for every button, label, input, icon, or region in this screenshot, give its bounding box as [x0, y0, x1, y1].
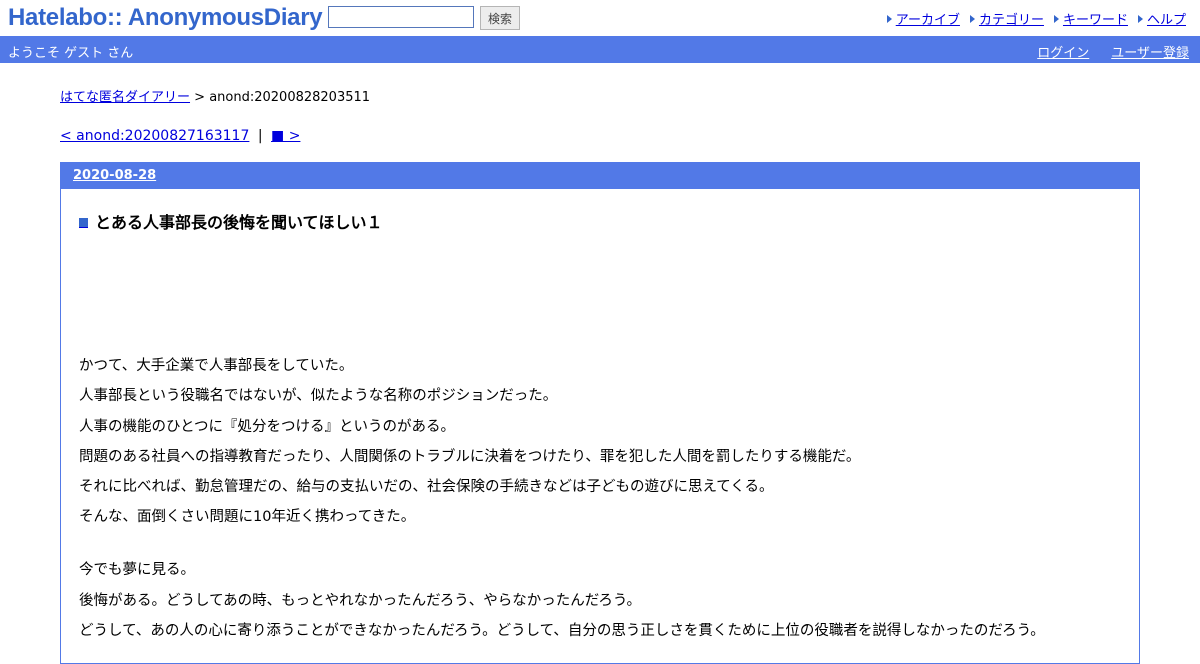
arrow-right-icon: [969, 14, 975, 23]
breadcrumb-current: anond:20200828203511: [209, 90, 371, 105]
breadcrumb-separator: >: [194, 90, 206, 105]
entry-title-text: とある人事部長の後悔を聞いてほしい１: [95, 213, 383, 232]
prev-entry-link[interactable]: < anond:20200827163117: [60, 128, 249, 144]
breadcrumb-home-link[interactable]: はてな匿名ダイアリー: [60, 90, 190, 105]
day-section: 2020-08-28 とある人事部長の後悔を聞いてほしい１ かつて、大手企業で人…: [60, 162, 1140, 664]
body-line: それに比べれば、勤怠管理だの、給与の支払いだの、社会保険の手続きなどは子どもの遊…: [79, 479, 774, 496]
body-line: 後悔がある。どうしてあの時、もっとやれなかったんだろう、やらなかったんだろう。: [79, 592, 642, 609]
nav-keyword[interactable]: キーワード: [1053, 9, 1128, 28]
login-link[interactable]: ログイン: [1037, 42, 1089, 61]
square-icon[interactable]: [79, 218, 88, 228]
breadcrumb: はてな匿名ダイアリー > anond:20200828203511: [60, 86, 370, 105]
arrow-right-icon: [1053, 14, 1059, 23]
entry-body: かつて、大手企業で人事部長をしていた。 人事部長という役職名ではないが、似たよう…: [79, 351, 1045, 646]
nav-help[interactable]: ヘルプ: [1137, 9, 1186, 28]
body-line: 人事の機能のひとつに『処分をつける』というのがある。: [79, 418, 455, 435]
nav-category-link[interactable]: カテゴリー: [979, 9, 1044, 28]
arrow-right-icon: [886, 14, 892, 23]
next-entry-link[interactable]: ■ >: [271, 128, 300, 144]
body-line: そんな、面倒くさい問題に10年近く携わってきた。: [79, 509, 416, 526]
body-line: 今でも夢に見る。: [79, 562, 195, 579]
arrow-right-icon: [1137, 14, 1143, 23]
search-button[interactable]: 検索: [480, 6, 520, 30]
header: Hatelabo:: AnonymousDiary 検索 アーカイブ カテゴリー…: [0, 0, 1200, 36]
search-input[interactable]: [328, 6, 474, 28]
date-header: 2020-08-28: [61, 163, 1139, 189]
entry-title: とある人事部長の後悔を聞いてほしい１: [79, 209, 383, 233]
nav-category[interactable]: カテゴリー: [969, 9, 1044, 28]
welcome-text: ようこそ ゲスト さん: [8, 46, 134, 61]
nav-help-link[interactable]: ヘルプ: [1147, 9, 1186, 28]
body-line: 人事部長という役職名ではないが、似たような名称のポジションだった。: [79, 388, 558, 405]
site-logo[interactable]: Hatelabo:: AnonymousDiary: [8, 5, 323, 31]
welcome-bar: ようこそ ゲスト さん ログイン ユーザー登録: [0, 36, 1200, 63]
body-line: どうして、あの人の心に寄り添うことができなかったんだろう。どうして、自分の思う正…: [79, 622, 1045, 639]
pager-separator: |: [257, 128, 263, 144]
body-line: 問題のある社員への指導教育だったり、人間関係のトラブルに決着をつけたり、罪を犯し…: [79, 448, 861, 465]
account-links: ログイン ユーザー登録: [1037, 42, 1189, 61]
date-link[interactable]: 2020-08-28: [73, 168, 156, 183]
top-nav: アーカイブ カテゴリー キーワード ヘルプ: [886, 9, 1186, 28]
register-link[interactable]: ユーザー登録: [1111, 42, 1189, 61]
nav-archive[interactable]: アーカイブ: [886, 9, 960, 28]
body-line: かつて、大手企業で人事部長をしていた。: [79, 358, 354, 374]
nav-keyword-link[interactable]: キーワード: [1063, 9, 1128, 28]
entry-pager: < anond:20200827163117 | ■ >: [60, 128, 300, 144]
nav-archive-link[interactable]: アーカイブ: [896, 9, 960, 28]
